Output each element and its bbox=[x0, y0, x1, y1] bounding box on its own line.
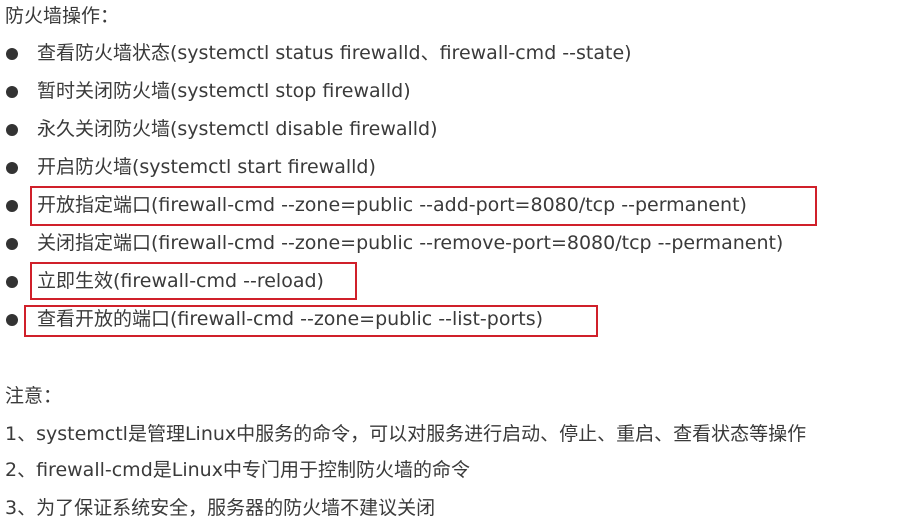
list-item-label: 查看防火墙状态(systemctl status firewalld、firew… bbox=[37, 42, 632, 64]
bullet-icon bbox=[6, 238, 18, 250]
list-item-disable: 永久关闭防火墙(systemctl disable firewalld) bbox=[0, 114, 901, 144]
note-line: 2、firewall-cmd是Linux中专门用于控制防火墙的命令 bbox=[5, 459, 470, 481]
note-line: 3、为了保证系统安全，服务器的防火墙不建议关闭 bbox=[5, 497, 436, 519]
highlight-box-list-ports bbox=[24, 305, 598, 337]
bullet-icon bbox=[6, 48, 18, 60]
highlight-box-reload bbox=[30, 262, 357, 300]
list-item-check-status: 查看防火墙状态(systemctl status firewalld、firew… bbox=[0, 38, 901, 68]
list-item-label: 暂时关闭防火墙(systemctl stop firewalld) bbox=[37, 80, 411, 102]
bullet-icon bbox=[6, 124, 18, 136]
highlight-box-add-port bbox=[30, 186, 817, 226]
list-item-label: 关闭指定端口(firewall-cmd --zone=public --remo… bbox=[37, 232, 784, 254]
bullet-icon bbox=[6, 276, 18, 288]
bullet-icon bbox=[6, 314, 18, 326]
notes-title: 注意： bbox=[5, 385, 63, 407]
bullet-icon bbox=[6, 200, 18, 212]
list-item-start: 开启防火墙(systemctl start firewalld) bbox=[0, 152, 901, 182]
list-item-remove-port: 关闭指定端口(firewall-cmd --zone=public --remo… bbox=[0, 228, 901, 258]
bullet-icon bbox=[6, 86, 18, 98]
list-item-stop: 暂时关闭防火墙(systemctl stop firewalld) bbox=[0, 76, 901, 106]
section-heading: 防火墙操作： bbox=[5, 5, 120, 27]
bullet-icon bbox=[6, 162, 18, 174]
list-item-label: 开启防火墙(systemctl start firewalld) bbox=[37, 156, 376, 178]
list-item-label: 永久关闭防火墙(systemctl disable firewalld) bbox=[37, 118, 438, 140]
note-line: 1、systemctl是管理Linux中服务的命令，可以对服务进行启动、停止、重… bbox=[5, 423, 807, 445]
